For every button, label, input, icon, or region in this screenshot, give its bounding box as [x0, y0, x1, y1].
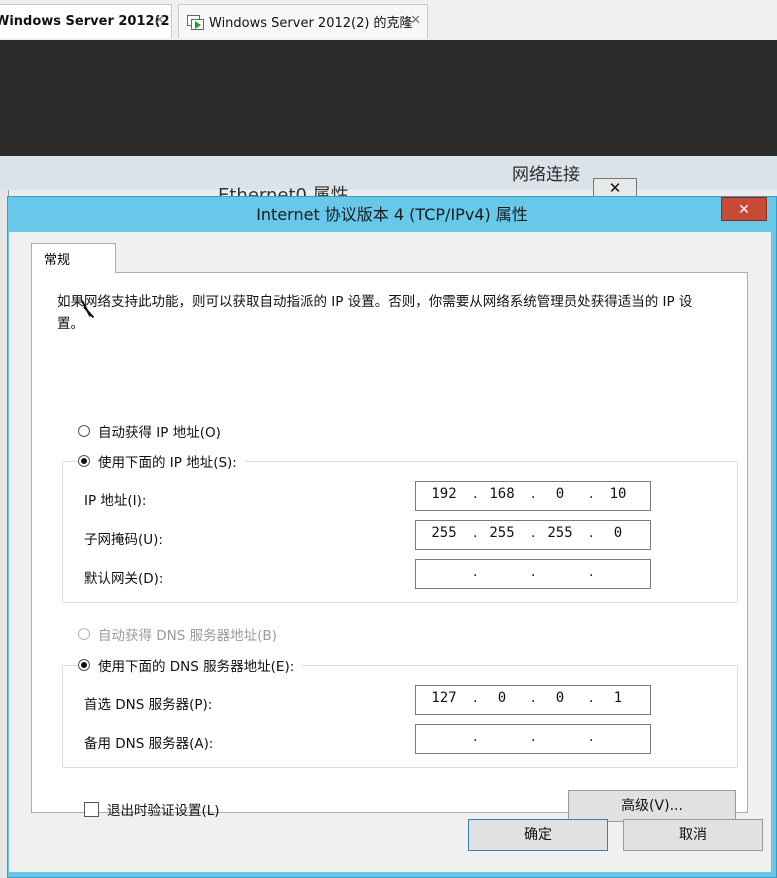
- octet-separator: .: [589, 690, 594, 706]
- octet-separator: .: [531, 564, 536, 580]
- validate-on-exit[interactable]: 退出时验证设置(L): [84, 799, 220, 819]
- octet: 255: [547, 525, 573, 541]
- tab-label: Windows Server 2012(2) 的克隆: [209, 16, 413, 31]
- tab-windows-server-2012-clone[interactable]: Windows Server 2012(2) 的克隆 ✕: [178, 4, 428, 38]
- octet-separator: .: [531, 486, 536, 502]
- vm-console-area: [0, 40, 777, 156]
- octet-separator: .: [531, 690, 536, 706]
- preferred-dns-label: 首选 DNS 服务器(P):: [84, 697, 213, 713]
- alternate-dns-label: 备用 DNS 服务器(A):: [84, 736, 214, 752]
- subnet-mask-label: 子网掩码(U):: [84, 532, 163, 548]
- octet: 255: [431, 525, 457, 541]
- octet-separator: .: [589, 729, 594, 745]
- octet: 168: [489, 486, 515, 502]
- description-text: 如果网络支持此功能，则可以获取自动指派的 IP 设置。否则，你需要从网络系统管理…: [57, 294, 693, 332]
- default-gateway-label: 默认网关(D):: [84, 571, 164, 587]
- octet-separator: .: [473, 486, 478, 502]
- octet-separator: .: [589, 525, 594, 541]
- radio-auto-dns-button[interactable]: [78, 628, 90, 640]
- preferred-dns-input[interactable]: 127 . 0 . 0 . 1: [415, 685, 651, 715]
- validate-on-exit-checkbox[interactable]: [84, 801, 99, 817]
- vm-running-icon: [187, 14, 204, 30]
- radio-manual-dns[interactable]: 使用下面的 DNS 服务器地址(E):: [78, 655, 303, 675]
- radio-auto-ip-label: 自动获得 IP 地址(O): [98, 425, 221, 441]
- radio-auto-dns-label: 自动获得 DNS 服务器地址(B): [98, 628, 277, 644]
- ip-address-label: IP 地址(I):: [84, 493, 147, 509]
- octet: 255: [489, 525, 515, 541]
- octet: 0: [497, 690, 507, 706]
- tab-close-icon[interactable]: ✕: [154, 13, 165, 28]
- octet: 192: [431, 486, 457, 502]
- tab-general[interactable]: 常规: [31, 243, 116, 273]
- ok-button[interactable]: 确定: [468, 819, 608, 851]
- octet-separator: .: [589, 564, 594, 580]
- octet-separator: .: [531, 729, 536, 745]
- cancel-button[interactable]: 取消: [623, 819, 763, 851]
- radio-auto-dns[interactable]: 自动获得 DNS 服务器地址(B): [78, 624, 277, 644]
- octet-separator: .: [473, 690, 478, 706]
- radio-manual-ip-label: 使用下面的 IP 地址(S):: [98, 455, 237, 471]
- octet-separator: .: [589, 486, 594, 502]
- validate-on-exit-label: 退出时验证设置(L): [107, 803, 220, 819]
- octet-separator: .: [473, 729, 478, 745]
- vmware-tab-bar: Windows Server 2012(2) ✕ Windows Server …: [0, 0, 777, 41]
- radio-manual-dns-label: 使用下面的 DNS 服务器地址(E):: [98, 659, 295, 675]
- network-connections-titlebar: [0, 156, 777, 190]
- radio-manual-ip-button[interactable]: [78, 455, 90, 467]
- close-icon[interactable]: ✕: [721, 197, 767, 221]
- network-connections-title: 网络连接: [512, 165, 580, 185]
- alternate-dns-input[interactable]: . . .: [415, 724, 651, 754]
- octet: 1: [613, 690, 623, 706]
- octet-separator: .: [473, 525, 478, 541]
- radio-auto-ip[interactable]: 自动获得 IP 地址(O): [78, 421, 221, 441]
- dialog-body: 常规 如果网络支持此功能，则可以获取自动指派的 IP 设置。否则，你需要从网络系…: [9, 232, 771, 872]
- octet: 127: [431, 690, 457, 706]
- octet: 0: [555, 690, 565, 706]
- subnet-mask-input[interactable]: 255 . 255 . 255 . 0: [415, 520, 651, 550]
- general-panel: 如果网络支持此功能，则可以获取自动指派的 IP 设置。否则，你需要从网络系统管理…: [31, 272, 748, 822]
- advanced-button[interactable]: 高级(V)...: [568, 790, 736, 822]
- octet: 0: [613, 525, 623, 541]
- tab-close-icon[interactable]: ✕: [410, 13, 421, 28]
- dialog-title: Internet 协议版本 4 (TCP/IPv4) 属性: [256, 205, 528, 224]
- default-gateway-input[interactable]: . . .: [415, 559, 651, 589]
- radio-manual-ip[interactable]: 使用下面的 IP 地址(S):: [78, 451, 245, 471]
- radio-manual-dns-button[interactable]: [78, 659, 90, 671]
- ip-address-input[interactable]: 192 . 168 . 0 . 10: [415, 481, 651, 511]
- tab-windows-server-2012[interactable]: Windows Server 2012(2) ✕: [0, 4, 172, 38]
- octet-separator: .: [473, 564, 478, 580]
- octet-separator: .: [531, 525, 536, 541]
- octet: 0: [555, 486, 565, 502]
- tab-label: Windows Server 2012(2): [0, 14, 171, 29]
- tcpipv4-properties-dialog: Internet 协议版本 4 (TCP/IPv4) 属性 ✕ 常规 如果网络支…: [7, 196, 777, 878]
- octet: 10: [609, 486, 627, 502]
- radio-auto-ip-button[interactable]: [78, 425, 90, 437]
